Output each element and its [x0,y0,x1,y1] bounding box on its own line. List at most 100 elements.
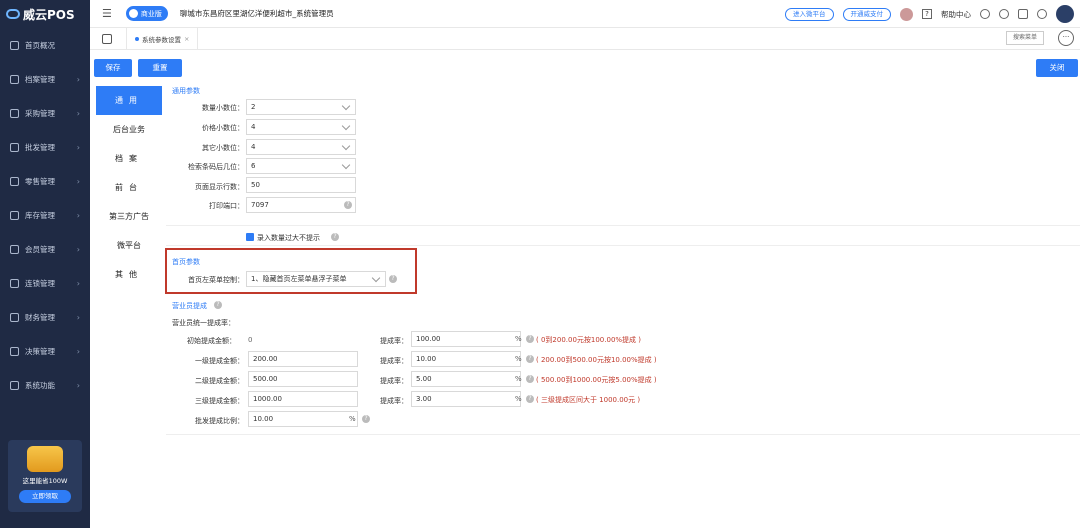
sidebar-item-home[interactable]: 首页概况 [0,28,90,62]
level1-amount-input[interactable]: 200.00 [248,351,358,367]
sidebar: 威云POS 首页概况 档案管理 › 采购管理 › 批发管理 › 零售管理 › 库存管理 ›… [0,0,90,528]
power-icon[interactable] [1037,9,1047,19]
sidebar-item-chain[interactable]: 连锁管理 › [0,266,90,300]
sidebar-item-archive[interactable]: 档案管理 › [0,62,90,96]
sidebar-item-finance[interactable]: 财务管理 › [0,300,90,334]
sidebar-item-member[interactable]: 会员管理 › [0,232,90,266]
tab-micro-platform[interactable]: 微平台 [96,231,162,260]
chart-icon [10,346,19,356]
home-menu-control-label: 首页左菜单控制： [188,276,244,284]
page-rows-label: 页面显示行数： [195,183,244,191]
close-button[interactable]: 关闭 [1036,59,1078,77]
level2-rate-input[interactable]: 5.00 [411,371,521,387]
page-rows-input[interactable]: 50 [246,177,356,193]
home-tab-icon[interactable] [102,33,112,44]
tab-system-params[interactable]: 系统参数设置 × [126,27,199,50]
chain-icon [10,278,19,288]
bell-icon[interactable] [999,9,1009,19]
home-section-title: 首页参数 [172,258,200,266]
tab-archive[interactable]: 档案 [96,144,162,173]
barcode-digits-label: 检索条码后几位： [188,163,244,171]
close-tab-icon[interactable]: × [184,35,189,43]
chevron-right-icon: › [76,346,80,356]
store-name: 聊城市东昌府区里湖亿洋便利超市_系统管理员 [179,9,334,18]
large-qty-help-icon[interactable]: ? [331,233,339,241]
level3-rate-help-icon[interactable]: ? [526,395,534,403]
edition-badge: 商业版 [125,6,168,21]
qty-decimals-select[interactable]: 2 [246,99,356,115]
initial-amount-value: 0 [248,336,253,344]
level1-amount-label: 一级提成金额： [195,357,244,365]
search-menu-button[interactable]: 搜索菜单 [1006,31,1044,45]
active-dot-icon [135,36,139,41]
level2-rate-help-icon[interactable]: ? [526,375,534,383]
chevron-right-icon: › [76,244,80,254]
wholesale-ratio-help-icon[interactable]: ? [362,415,370,423]
tab-frontdesk[interactable]: 前台 [96,173,162,202]
barcode-digits-select[interactable]: 6 [246,158,356,174]
percent-sign: % [515,395,522,403]
initial-rate-label: 提成率： [380,337,408,345]
home-menu-control-select[interactable]: 1、隐藏首页左菜单悬浮子菜单 [246,271,386,287]
member-icon [10,244,19,254]
initial-rate-help-icon[interactable]: ? [526,335,534,343]
level3-rate-note: ( 三级提成区间大于 1000.00元 ) [536,396,641,404]
lock-icon[interactable] [1018,9,1028,19]
sidebar-item-wholesale[interactable]: 批发管理 › [0,130,90,164]
print-port-help-icon[interactable]: ? [344,201,352,209]
initial-rate-input[interactable]: 100.00 [411,331,521,347]
sidebar-item-retail[interactable]: 零售管理 › [0,164,90,198]
promo-claim-button[interactable]: 立即领取 [19,490,71,503]
level2-amount-label: 二级提成金额： [195,377,244,385]
general-section-title: 通用参数 [172,87,200,95]
sidebar-item-decision[interactable]: 决策管理 › [0,334,90,368]
price-decimals-select[interactable]: 4 [246,119,356,135]
percent-sign: % [515,375,522,383]
percent-sign: % [515,335,522,343]
tab-general[interactable]: 通用 [96,86,162,115]
chevron-right-icon: › [76,108,80,118]
wholesale-ratio-input[interactable]: 10.00 [248,411,358,427]
tab-other[interactable]: 其他 [96,260,162,289]
commission-section-title: 营业员提成 [172,302,207,310]
other-decimals-select[interactable]: 4 [246,139,356,155]
enter-platform-button[interactable]: 进入微平台 [785,7,834,21]
info-icon[interactable] [980,9,990,19]
menu-toggle-icon[interactable]: ☰ [102,7,112,20]
open-pay-button[interactable]: 开通威支付 [842,7,891,21]
finance-icon [10,312,19,322]
sidebar-item-system[interactable]: 系统功能 › [0,368,90,402]
print-port-input[interactable]: 7097 [246,197,356,213]
chevron-right-icon: › [76,380,80,390]
sidebar-item-purchase[interactable]: 采购管理 › [0,96,90,130]
initial-amount-label: 初始提成金额： [187,337,236,345]
cloud-logo-icon [6,9,20,19]
level2-amount-input[interactable]: 500.00 [248,371,358,387]
chevron-right-icon: › [76,142,80,152]
tab-backend[interactable]: 后台业务 [96,115,162,144]
account-avatar[interactable] [1056,5,1074,23]
sidebar-item-inventory[interactable]: 库存管理 › [0,198,90,232]
commission-help-icon[interactable]: ? [214,301,222,309]
help-icon[interactable]: ? [922,9,932,19]
chevron-right-icon: › [76,210,80,220]
home-menu-help-icon[interactable]: ? [389,275,397,283]
more-icon[interactable]: ··· [1058,30,1074,46]
tab-third-party-ads[interactable]: 第三方广告 [96,202,162,231]
help-center-link[interactable]: 帮助中心 [941,9,971,20]
large-qty-checkbox[interactable] [246,233,254,241]
coin-icon [27,446,63,472]
divider [166,434,1080,435]
level3-rate-input[interactable]: 3.00 [411,391,521,407]
level1-rate-input[interactable]: 10.00 [411,351,521,367]
chevron-right-icon: › [76,176,80,186]
level1-rate-help-icon[interactable]: ? [526,355,534,363]
level3-amount-input[interactable]: 1000.00 [248,391,358,407]
divider [166,245,1080,246]
user-avatar[interactable] [900,7,913,21]
shop-icon [10,176,19,186]
print-port-label: 打印端口： [209,202,244,210]
large-qty-checkbox-label: 录入数量过大不提示 [257,234,320,242]
reset-button[interactable]: 重置 [138,59,182,77]
save-button[interactable]: 保存 [94,59,132,77]
